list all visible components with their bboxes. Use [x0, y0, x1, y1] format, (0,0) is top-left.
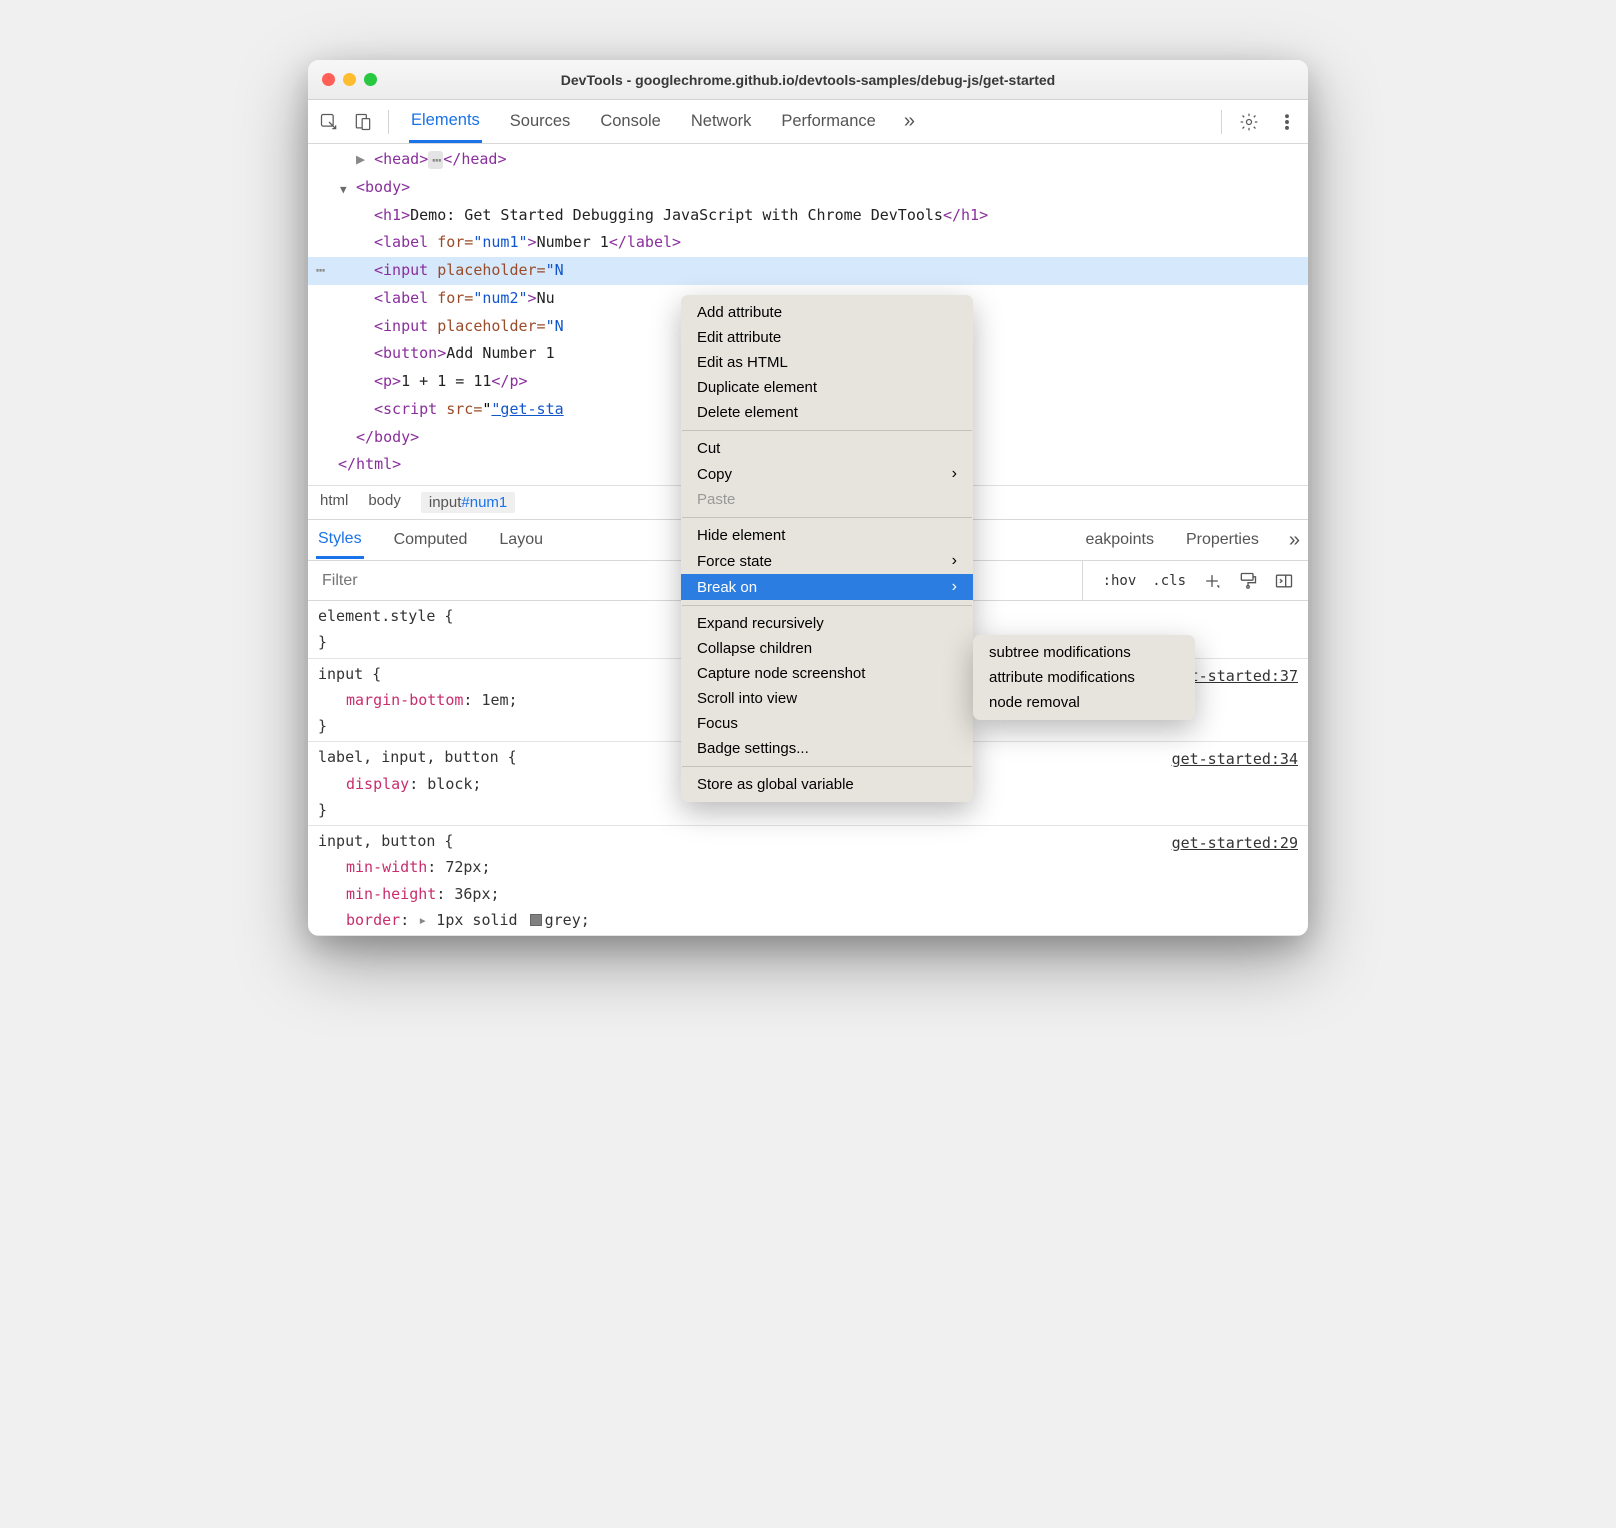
separator: [388, 110, 389, 134]
tab-console[interactable]: Console: [598, 102, 663, 141]
dom-node-h1[interactable]: <h1>Demo: Get Started Debugging JavaScri…: [308, 202, 1308, 230]
tab-sources[interactable]: Sources: [508, 102, 573, 141]
selector-text: input, button {: [318, 828, 1298, 854]
collapse-icon[interactable]: ▼: [340, 180, 347, 200]
main-tabs: Elements Sources Console Network Perform…: [399, 101, 1213, 142]
submenu-arrow-icon: ›: [952, 552, 957, 570]
context-item[interactable]: Store as global variable: [681, 772, 973, 797]
context-menu: Add attributeEdit attributeEdit as HTMLD…: [681, 295, 973, 802]
titlebar: DevTools - googlechrome.github.io/devtoo…: [308, 60, 1308, 100]
main-toolbar: Elements Sources Console Network Perform…: [308, 100, 1308, 144]
submenu-arrow-icon: ›: [952, 578, 957, 596]
css-property[interactable]: border: ▸ 1px solid grey;: [318, 907, 1298, 933]
more-tabs-icon[interactable]: »: [904, 110, 915, 133]
subtab-layout[interactable]: Layou: [497, 523, 545, 557]
dom-node-input1[interactable]: <input placeholder="N: [308, 257, 1308, 285]
crumb-body[interactable]: body: [368, 492, 401, 513]
dom-node-body[interactable]: ▼<body>: [308, 174, 1308, 202]
context-item[interactable]: Collapse children: [681, 636, 973, 661]
menu-separator: [682, 517, 972, 518]
source-link[interactable]: get-started:34: [1172, 746, 1298, 772]
context-item[interactable]: Edit attribute: [681, 325, 973, 350]
tab-performance[interactable]: Performance: [779, 102, 877, 141]
css-property[interactable]: min-width: 72px;: [318, 854, 1298, 880]
dom-node-head[interactable]: ▶ <head>⋯</head>: [308, 146, 1308, 174]
devtools-window: DevTools - googlechrome.github.io/devtoo…: [308, 60, 1308, 936]
color-swatch[interactable]: [530, 914, 542, 926]
panel-icon[interactable]: [1274, 571, 1294, 591]
window-title: DevTools - googlechrome.github.io/devtoo…: [561, 72, 1055, 88]
inspect-icon[interactable]: [314, 107, 344, 137]
submenu-arrow-icon: ›: [952, 465, 957, 483]
kebab-menu-icon[interactable]: [1272, 107, 1302, 137]
dom-node-label1[interactable]: <label for="num1">Number 1</label>: [308, 229, 1308, 257]
context-item[interactable]: Break on›: [681, 574, 973, 600]
more-subtabs-icon[interactable]: »: [1289, 529, 1300, 552]
context-item[interactable]: Duplicate element: [681, 375, 973, 400]
tab-elements[interactable]: Elements: [409, 101, 482, 143]
device-toggle-icon[interactable]: [348, 107, 378, 137]
filter-tools: :hov .cls: [1082, 561, 1308, 600]
subtab-breakpoints[interactable]: eakpoints: [1083, 523, 1156, 557]
context-item[interactable]: Expand recursively: [681, 611, 973, 636]
context-item[interactable]: Cut: [681, 436, 973, 461]
menu-separator: [682, 766, 972, 767]
subtab-computed[interactable]: Computed: [392, 523, 470, 557]
context-item[interactable]: Hide element: [681, 523, 973, 548]
context-item[interactable]: Capture node screenshot: [681, 661, 973, 686]
traffic-lights: [322, 73, 377, 86]
new-rule-icon[interactable]: [1202, 571, 1222, 591]
minimize-window-icon[interactable]: [343, 73, 356, 86]
maximize-window-icon[interactable]: [364, 73, 377, 86]
tab-network[interactable]: Network: [689, 102, 754, 141]
hov-toggle[interactable]: :hov: [1103, 573, 1137, 589]
context-item: Paste: [681, 487, 973, 512]
submenu-item[interactable]: attribute modifications: [973, 665, 1195, 690]
context-item[interactable]: Add attribute: [681, 300, 973, 325]
context-item[interactable]: Copy›: [681, 461, 973, 487]
submenu-item[interactable]: subtree modifications: [973, 640, 1195, 665]
source-link[interactable]: get-started:29: [1172, 830, 1298, 856]
context-item[interactable]: Badge settings...: [681, 736, 973, 761]
context-item[interactable]: Delete element: [681, 400, 973, 425]
context-item[interactable]: Force state›: [681, 548, 973, 574]
subtab-styles[interactable]: Styles: [316, 522, 364, 559]
crumb-input[interactable]: input#num1: [421, 492, 515, 513]
menu-separator: [682, 430, 972, 431]
css-property[interactable]: min-height: 36px;: [318, 881, 1298, 907]
separator: [1221, 110, 1222, 134]
paint-icon[interactable]: [1238, 571, 1258, 591]
ellipsis-icon: ⋯: [428, 151, 443, 169]
cls-toggle[interactable]: .cls: [1152, 573, 1186, 589]
style-rule[interactable]: get-started:29input, button {min-width: …: [308, 826, 1308, 936]
close-window-icon[interactable]: [322, 73, 335, 86]
context-item[interactable]: Edit as HTML: [681, 350, 973, 375]
context-submenu: subtree modificationsattribute modificat…: [973, 635, 1195, 720]
menu-separator: [682, 605, 972, 606]
submenu-item[interactable]: node removal: [973, 690, 1195, 715]
context-item[interactable]: Scroll into view: [681, 686, 973, 711]
toolbar-right: [1217, 107, 1302, 137]
subtab-properties[interactable]: Properties: [1184, 523, 1261, 557]
crumb-html[interactable]: html: [320, 492, 348, 513]
context-item[interactable]: Focus: [681, 711, 973, 736]
settings-icon[interactable]: [1234, 107, 1264, 137]
